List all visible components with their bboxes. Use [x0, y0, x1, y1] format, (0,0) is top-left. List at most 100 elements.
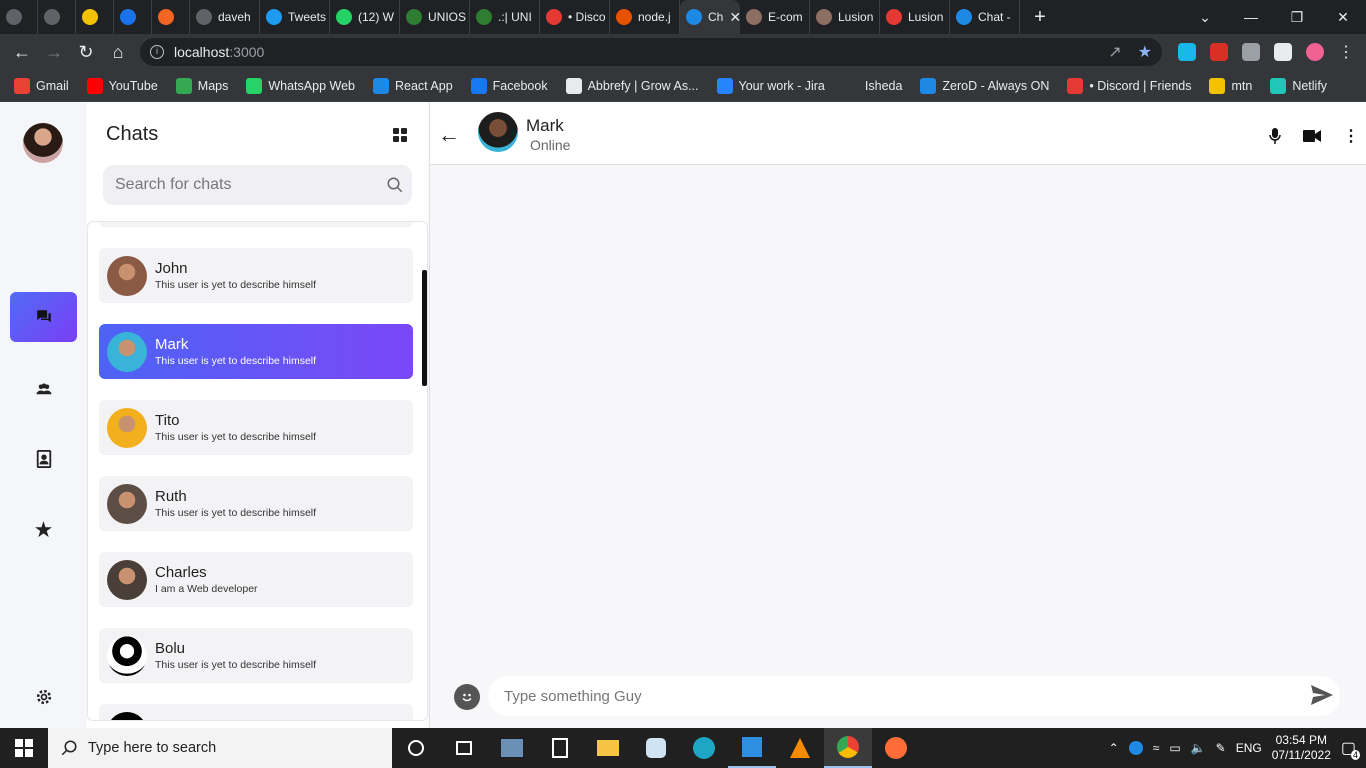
red-extension-icon[interactable]: [1210, 43, 1228, 61]
profile-avatar-icon[interactable]: [1306, 43, 1324, 61]
bookmark-item[interactable]: Maps: [175, 77, 228, 94]
tray-chevron-icon[interactable]: ⌃: [1109, 741, 1119, 755]
browser-tab[interactable]: • Disco: [540, 0, 610, 34]
notifications-icon[interactable]: ▢ 4: [1341, 738, 1360, 760]
browser-tab[interactable]: UNIOS: [400, 0, 470, 34]
volume-icon[interactable]: 🔈: [1191, 741, 1206, 755]
chat-list-item-partial[interactable]: [99, 222, 413, 227]
vimeo-extension-icon[interactable]: [1178, 43, 1196, 61]
browser-tab[interactable]: Ch ✕: [680, 0, 740, 34]
browser-tab[interactable]: [114, 0, 152, 34]
message-input[interactable]: [504, 687, 1284, 705]
bookmark-item[interactable]: • Discord | Friends: [1067, 77, 1191, 94]
browser-tab[interactable]: Lusion: [810, 0, 880, 34]
clock[interactable]: 03:54 PM 07/11/2022: [1272, 733, 1331, 763]
close-tab-icon[interactable]: ✕: [729, 9, 740, 26]
bookmark-item[interactable]: WhatsApp Web: [246, 77, 355, 94]
tray-app-icon[interactable]: [1128, 741, 1143, 755]
chat-list-item-tito[interactable]: Tito This user is yet to describe himself: [99, 400, 413, 455]
bookmark-item[interactable]: Isheda: [842, 77, 902, 94]
browser-tab[interactable]: [38, 0, 76, 34]
chat-list-item-bolu[interactable]: Bolu This user is yet to describe himself: [99, 628, 413, 683]
emoji-icon[interactable]: [454, 684, 480, 710]
browser-tab[interactable]: Tweets: [260, 0, 330, 34]
bookmark-star-icon[interactable]: ★: [1138, 42, 1152, 62]
minimize-button[interactable]: —: [1228, 9, 1274, 25]
search-icon[interactable]: [386, 176, 404, 194]
back-arrow-icon[interactable]: ←: [6, 42, 38, 63]
postman-icon[interactable]: [872, 728, 920, 768]
gamepad-app-icon[interactable]: [632, 728, 680, 768]
file-explorer-icon[interactable]: [584, 728, 632, 768]
site-info-icon[interactable]: i: [150, 45, 164, 59]
task-view-icon[interactable]: [440, 728, 488, 768]
bookmark-item[interactable]: React App: [372, 77, 453, 94]
language-indicator[interactable]: ENG: [1236, 741, 1262, 755]
bookmark-item[interactable]: mtn: [1209, 77, 1252, 94]
more-options-icon[interactable]: ⋮: [1343, 126, 1359, 146]
cortana-icon[interactable]: [392, 728, 440, 768]
browser-tab[interactable]: .:| UNI: [470, 0, 540, 34]
browser-tab[interactable]: [76, 0, 114, 34]
network-icon[interactable]: ≈: [1153, 741, 1160, 755]
side-panel-icon[interactable]: [1274, 43, 1292, 61]
user-avatar[interactable]: [23, 123, 63, 163]
bookmark-item[interactable]: Gmail: [14, 77, 69, 94]
browser-tab[interactable]: [152, 0, 190, 34]
bookmark-item[interactable]: Your work - Jira: [716, 77, 825, 94]
taskbar-search-box[interactable]: Type here to search: [48, 728, 392, 768]
chrome-icon[interactable]: [824, 728, 872, 768]
browser-tab[interactable]: Lusion: [880, 0, 950, 34]
video-camera-icon[interactable]: [1303, 130, 1321, 142]
edge-browser-icon[interactable]: [680, 728, 728, 768]
app-window-icon[interactable]: [488, 728, 536, 768]
send-icon[interactable]: [1310, 684, 1334, 706]
contact-avatar[interactable]: [478, 112, 518, 152]
chat-list-item-mark[interactable]: Mark This user is yet to describe himself: [99, 324, 413, 379]
pen-icon[interactable]: ✎: [1216, 741, 1226, 755]
restore-button[interactable]: ❐: [1274, 9, 1320, 26]
menu-kebab-icon[interactable]: ⋮: [1338, 42, 1354, 62]
back-arrow-icon[interactable]: ←: [438, 122, 460, 148]
bookmark-item[interactable]: Abbrefy | Grow As...: [565, 77, 699, 94]
new-tab-button[interactable]: +: [1028, 6, 1052, 29]
chat-list-item-charles[interactable]: Charles I am a Web developer: [99, 552, 413, 607]
address-bar[interactable]: i localhost:3000 ↗ ★: [140, 38, 1162, 66]
chat-list-item-partial[interactable]: [99, 704, 413, 720]
close-window-button[interactable]: ✕: [1320, 9, 1366, 26]
vlc-icon[interactable]: [776, 728, 824, 768]
browser-tab[interactable]: (12) W: [330, 0, 400, 34]
chat-list-item-john[interactable]: John This user is yet to describe himself: [99, 248, 413, 303]
browser-tab[interactable]: node.j: [610, 0, 680, 34]
tab-search-icon[interactable]: ⌄: [1182, 9, 1228, 26]
puzzle-extensions-icon[interactable]: [1242, 43, 1260, 61]
browser-tab[interactable]: Chat -: [950, 0, 1020, 34]
bookmark-item[interactable]: Netlify: [1270, 77, 1327, 94]
forward-arrow-icon[interactable]: →: [38, 42, 70, 63]
windows-start-button[interactable]: [0, 728, 48, 768]
contacts-nav-button[interactable]: [10, 434, 77, 484]
share-icon[interactable]: ↗: [1108, 42, 1121, 62]
bookmark-item[interactable]: Facebook: [470, 77, 548, 94]
browser-tab[interactable]: E-com: [740, 0, 810, 34]
groups-nav-button[interactable]: [10, 364, 77, 414]
microphone-icon[interactable]: [1269, 128, 1281, 144]
chat-list-scrollbar[interactable]: [422, 270, 427, 386]
url-text[interactable]: localhost:3000: [174, 44, 264, 60]
chat-search-input[interactable]: [115, 176, 375, 194]
vscode-icon[interactable]: [728, 728, 776, 768]
bookmark-item[interactable]: ZeroD - Always ON: [920, 77, 1049, 94]
settings-nav-button[interactable]: [10, 672, 77, 722]
browser-tab[interactable]: daveh: [190, 0, 260, 34]
favorites-nav-button[interactable]: ★: [10, 505, 77, 555]
reload-icon[interactable]: ↻: [70, 42, 102, 63]
home-icon[interactable]: ⌂: [102, 42, 134, 63]
battery-icon[interactable]: ▭: [1169, 741, 1180, 755]
chat-list[interactable]: John This user is yet to describe himself…: [87, 221, 428, 721]
chat-list-item-ruth[interactable]: Ruth This user is yet to describe himself: [99, 476, 413, 531]
browser-tab[interactable]: [0, 0, 38, 34]
calculator-icon[interactable]: [536, 728, 584, 768]
chats-nav-button[interactable]: [10, 292, 77, 342]
grid-view-icon[interactable]: [393, 128, 407, 142]
bookmark-item[interactable]: YouTube: [86, 77, 158, 94]
